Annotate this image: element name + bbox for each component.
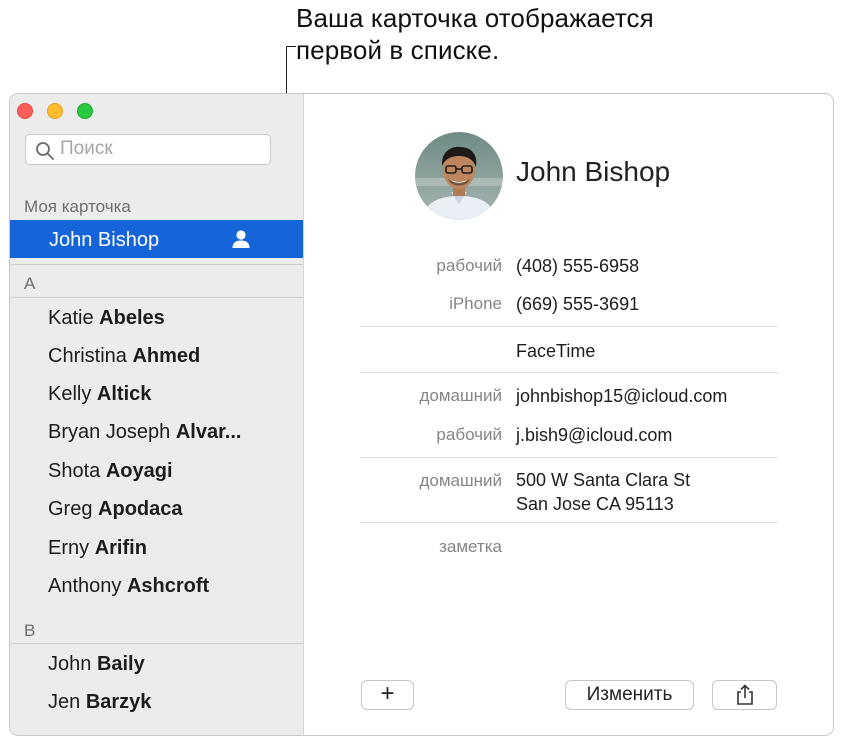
email-value[interactable]: johnbishop15@icloud.com xyxy=(516,384,727,408)
add-field-button[interactable]: + xyxy=(361,680,414,710)
address-value[interactable]: 500 W Santa Clara St San Jose CA 95113 xyxy=(516,468,690,516)
field-label: заметка xyxy=(439,537,502,556)
share-button[interactable] xyxy=(712,680,777,710)
contact-name-heading: John Bishop xyxy=(516,156,671,187)
field-label: рабочий xyxy=(436,425,502,444)
contacts-window: Моя карточка John Bishop A Katie Abeles … xyxy=(9,93,834,736)
field-label: домашний xyxy=(419,386,502,405)
search-field[interactable] xyxy=(25,134,271,165)
edit-button[interactable]: Изменить xyxy=(565,680,694,710)
section-header-a: A xyxy=(24,274,36,293)
sidebar-item-my-card[interactable]: John Bishop xyxy=(10,220,303,258)
contact-list-item[interactable]: Jen Barzyk xyxy=(48,691,151,714)
callout-pointer-tick xyxy=(286,46,296,47)
close-window-button[interactable] xyxy=(17,103,33,119)
address-line-1: 500 W Santa Clara St xyxy=(516,470,691,490)
share-icon xyxy=(737,684,753,705)
facetime-link[interactable]: FaceTime xyxy=(516,339,595,363)
address-line-2: San Jose CA 95113 xyxy=(516,494,674,514)
section-divider-top xyxy=(10,264,303,265)
minimize-window-button[interactable] xyxy=(47,103,63,119)
contact-avatar xyxy=(415,132,503,220)
section-header-b: B xyxy=(24,621,36,640)
field-separator xyxy=(360,326,778,327)
section-divider-a xyxy=(10,297,303,298)
my-card-name: John Bishop xyxy=(49,229,160,251)
search-icon xyxy=(36,142,54,160)
contact-list-item[interactable]: Shota Aoyagi xyxy=(48,460,173,483)
field-label: рабочий xyxy=(436,256,502,275)
search-input[interactable] xyxy=(60,138,260,160)
note-value[interactable] xyxy=(516,535,766,559)
field-separator xyxy=(360,372,778,373)
contact-list-item[interactable]: Anthony Ashcroft xyxy=(48,575,209,598)
contact-list-item[interactable]: Greg Apodaca xyxy=(48,498,183,521)
contact-list-item[interactable]: Kelly Altick xyxy=(48,383,151,406)
contact-list-item[interactable]: Christina Ahmed xyxy=(48,345,200,368)
callout-line-1: Ваша карточка отображается xyxy=(296,3,654,33)
email-value[interactable]: j.bish9@icloud.com xyxy=(516,423,672,447)
field-separator xyxy=(360,457,778,458)
callout-line-2: первой в списке. xyxy=(296,35,500,65)
section-divider-b xyxy=(10,643,303,644)
contact-list-item[interactable]: John Baily xyxy=(48,653,145,676)
field-separator xyxy=(360,522,778,523)
zoom-window-button[interactable] xyxy=(77,103,93,119)
my-card-section-label: Моя карточка xyxy=(24,197,131,216)
field-label: iPhone xyxy=(449,294,502,313)
sidebar: Моя карточка John Bishop A Katie Abeles … xyxy=(10,94,304,735)
contact-list-item[interactable]: Bryan Joseph Alvar... xyxy=(48,421,241,444)
person-icon xyxy=(232,230,250,248)
phone-value[interactable]: (408) 555-6958 xyxy=(516,254,639,278)
phone-value[interactable]: (669) 555-3691 xyxy=(516,292,639,316)
field-label: домашний xyxy=(419,471,502,490)
contact-list-item[interactable]: Katie Abeles xyxy=(48,307,165,330)
contact-list-item[interactable]: Erny Arifin xyxy=(48,537,147,560)
callout-text: Ваша карточка отображается первой в спис… xyxy=(296,2,654,66)
